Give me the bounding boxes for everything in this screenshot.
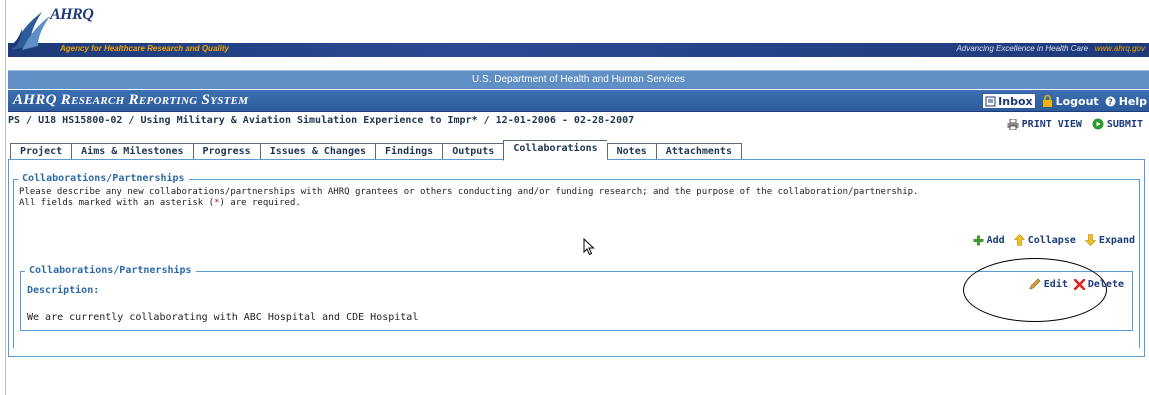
content-panel: Collaborations/Partnerships Please descr… [8,159,1145,357]
lock-icon [1042,95,1052,107]
pencil-icon [1029,278,1041,290]
breadcrumb: PS / U18 HS15800-02 / Using Military & A… [8,115,635,126]
agency-url-link[interactable]: www.ahrq.gov [1095,44,1145,53]
entry-actions: Edit Delete [1029,278,1124,290]
logout-link[interactable]: Logout [1042,95,1099,108]
tab-bar: Project Aims & Milestones Progress Issue… [10,140,742,161]
printer-icon [1007,118,1019,130]
collaboration-entry: Collaborations/Partnerships Description:… [20,265,1133,331]
inbox-button[interactable]: Inbox [982,93,1036,109]
description-label: Description: [27,285,100,296]
arrow-up-icon [1013,234,1025,246]
section-actions: Add Collapse Expand [973,234,1135,246]
system-title: AHRQ Research Reporting System [13,92,249,108]
department-bar: U.S. Department of Health and Human Serv… [8,70,1149,89]
inbox-icon [985,96,996,106]
add-button[interactable]: Add [973,234,1005,246]
left-border-line [5,0,6,395]
collapse-button[interactable]: Collapse [1013,234,1076,246]
section-legend: Collaborations/Partnerships [18,173,189,184]
system-title-bar: AHRQ Research Reporting System Inbox Log… [8,90,1149,112]
delete-button[interactable]: Delete [1073,278,1124,290]
collaborations-section: Collaborations/Partnerships Please descr… [13,173,1140,348]
arrow-down-icon [1084,234,1096,246]
play-arrow-icon [1092,118,1104,130]
help-icon: ? [1105,96,1116,106]
agency-tagline: Advancing Excellence in Health Care www.… [956,44,1145,53]
tab-collaborations[interactable]: Collaborations [503,140,607,161]
plus-icon [973,235,984,245]
ahrq-logo[interactable]: AHRQ [8,6,94,56]
help-link[interactable]: ? Help [1105,95,1147,108]
ahrq-brand-text: AHRQ [50,6,94,23]
entry-legend: Collaborations/Partnerships [25,265,196,276]
print-view-link[interactable]: PRINT VIEW [1007,118,1082,130]
svg-text:?: ? [1108,97,1113,106]
description-text: We are currently collaborating with ABC … [27,312,419,323]
delete-x-icon [1073,278,1085,290]
page-actions: PRINT VIEW SUBMIT [1007,118,1143,130]
mouse-cursor-icon [583,238,595,256]
agency-banner: Agency for Healthcare Research and Quali… [8,30,1149,57]
edit-button[interactable]: Edit [1029,278,1068,290]
submit-link[interactable]: SUBMIT [1092,118,1143,130]
section-instructions: Please describe any new collaborations/p… [19,187,919,208]
expand-button[interactable]: Expand [1084,234,1135,246]
top-links: Inbox Logout ? Help [982,93,1147,109]
